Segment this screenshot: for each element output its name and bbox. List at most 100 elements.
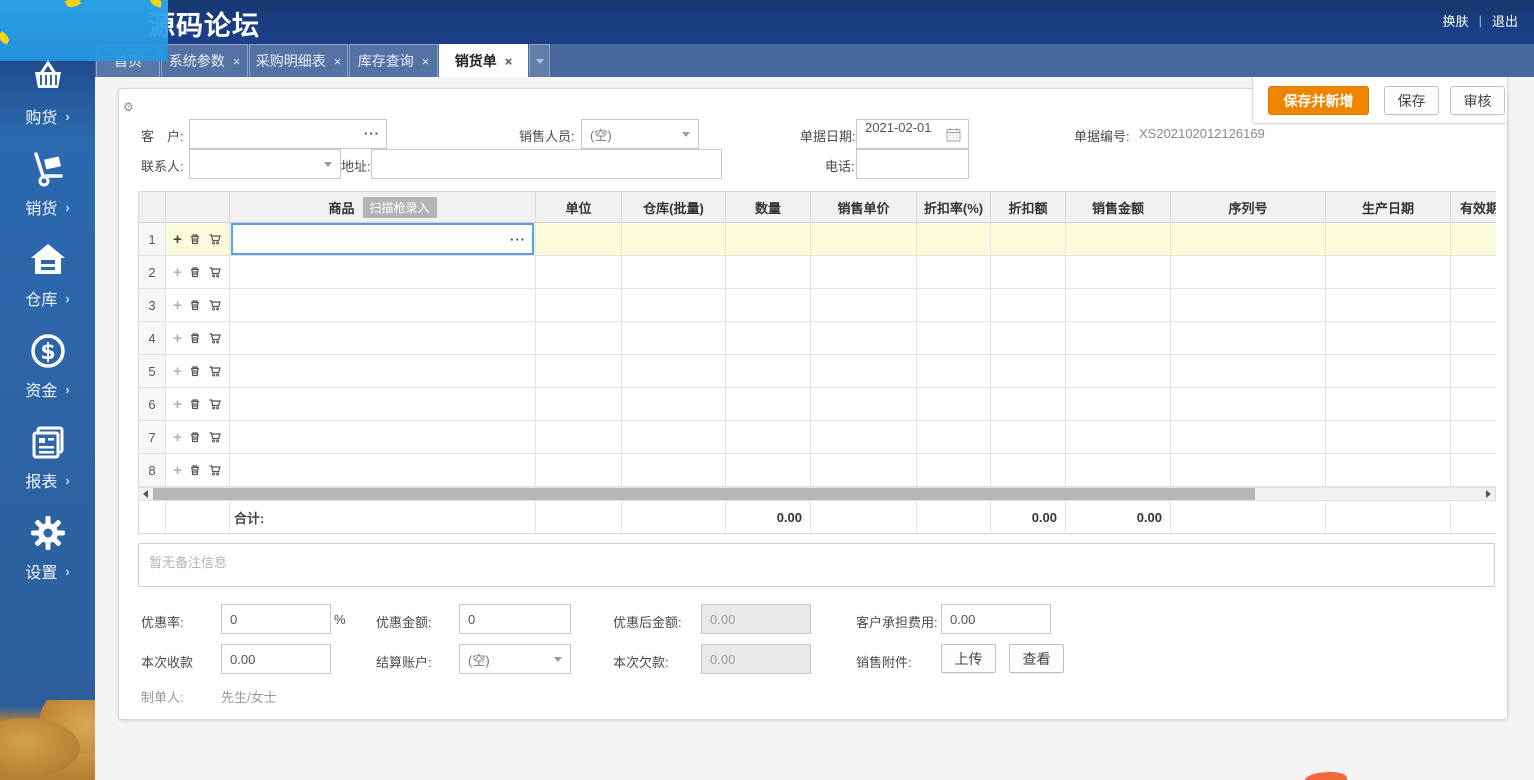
customer-fee-label: 客户承担费用:: [856, 612, 938, 631]
delete-row-icon[interactable]: [188, 298, 202, 312]
address-field[interactable]: [371, 149, 722, 179]
upload-button[interactable]: 上传: [941, 644, 996, 673]
add-row-icon[interactable]: +: [173, 430, 182, 445]
discount-amount-field[interactable]: [459, 604, 571, 634]
tab-bar: 首页 系统参数 × 采购明细表 × 库存查询 × 销货单 ×: [0, 44, 1534, 77]
delete-row-icon[interactable]: [188, 463, 202, 477]
change-skin-link[interactable]: 换肤: [1443, 11, 1469, 30]
orange-swoosh-decoration: [1304, 769, 1348, 780]
delete-row-icon[interactable]: [188, 430, 202, 444]
scroll-left-icon[interactable]: [139, 488, 152, 500]
close-icon[interactable]: ×: [334, 55, 342, 68]
remark-textarea[interactable]: [138, 543, 1495, 587]
form-settings-gear-icon[interactable]: ⚙: [123, 100, 134, 114]
sidebar-item-reports[interactable]: 报表›: [0, 422, 95, 510]
chevron-right-icon: ›: [65, 291, 69, 306]
contact-select[interactable]: [189, 149, 341, 179]
cart-row-icon[interactable]: [208, 397, 222, 411]
horizontal-scrollbar[interactable]: [138, 487, 1496, 501]
tab-sales-order[interactable]: 销货单 ×: [439, 44, 528, 77]
col-production-date: 生产日期: [1326, 191, 1451, 223]
sidebar-item-settings[interactable]: 设置›: [0, 513, 95, 601]
debt-label: 本次欠款:: [613, 652, 669, 671]
sidebar-item-sales[interactable]: 销货›: [0, 149, 95, 237]
close-icon[interactable]: ×: [233, 55, 241, 68]
chevron-down-icon: [324, 162, 332, 167]
scrollbar-track[interactable]: [152, 488, 1482, 500]
salesperson-select[interactable]: (空): [581, 119, 699, 149]
tab-list-dropdown[interactable]: [529, 44, 550, 77]
calendar-icon[interactable]: [946, 127, 961, 142]
gear-icon: [28, 513, 68, 553]
cart-row-icon[interactable]: [208, 232, 222, 246]
cart-row-icon[interactable]: [208, 298, 222, 312]
doc-date-field[interactable]: 2021-02-01: [856, 119, 969, 149]
add-row-icon[interactable]: +: [173, 298, 182, 313]
add-row-icon[interactable]: +: [173, 265, 182, 280]
cart-row-icon[interactable]: [208, 463, 222, 477]
action-toolbar: 保存并新增 保存 审核: [1252, 76, 1508, 124]
discount-rate-label: 优惠率:: [141, 612, 184, 631]
save-and-new-button[interactable]: 保存并新增: [1268, 86, 1369, 115]
settle-account-select[interactable]: (空): [459, 644, 571, 674]
sidebar-nav: 购货› 销货› 仓库› $ 资金›: [0, 44, 95, 712]
scan-gun-entry-button[interactable]: 扫描枪录入: [363, 197, 437, 218]
customer-field[interactable]: ···: [189, 119, 387, 149]
cart-row-icon[interactable]: [208, 364, 222, 378]
product-input[interactable]: ···: [231, 223, 534, 255]
delete-row-icon[interactable]: [188, 265, 202, 279]
audit-button[interactable]: 审核: [1450, 86, 1505, 115]
address-label: 地址:: [341, 156, 371, 175]
cart-row-icon[interactable]: [208, 430, 222, 444]
close-icon[interactable]: ×: [505, 55, 513, 68]
received-label: 本次收款: [141, 652, 193, 671]
sales-order-panel: ⚙ 客 户: ··· 销售人员: (空) 单据日期: 2021-02-01 单据…: [118, 88, 1508, 720]
cart-row-icon[interactable]: [208, 331, 222, 345]
delete-row-icon[interactable]: [188, 331, 202, 345]
customer-fee-field[interactable]: [941, 604, 1051, 634]
save-button[interactable]: 保存: [1384, 86, 1439, 115]
col-quantity: 数量: [726, 191, 811, 223]
product-picker-icon[interactable]: ···: [510, 232, 526, 248]
sidebar-item-funds[interactable]: $ 资金›: [0, 331, 95, 419]
tab-stock-query[interactable]: 库存查询 ×: [349, 44, 438, 77]
table-header-row: 商品 扫描枪录入 单位 仓库(批量) 数量 销售单价 折扣率(%) 折扣额 销售…: [138, 191, 1496, 223]
sidebar-item-purchase[interactable]: 购货›: [0, 58, 95, 146]
view-button[interactable]: 查看: [1009, 644, 1064, 673]
col-discount-rate: 折扣率(%): [917, 191, 991, 223]
money-icon: $: [28, 331, 68, 371]
sidebar-item-warehouse[interactable]: 仓库›: [0, 240, 95, 328]
scrollbar-thumb[interactable]: [153, 488, 1255, 500]
add-row-icon[interactable]: +: [173, 463, 182, 478]
total-discount-amount: 0.00: [991, 510, 1065, 525]
add-row-icon[interactable]: +: [173, 331, 182, 346]
col-sales-amount: 销售金额: [1066, 191, 1171, 223]
tab-system-params[interactable]: 系统参数 ×: [161, 44, 248, 77]
add-row-icon[interactable]: +: [173, 232, 182, 247]
logout-link[interactable]: 退出: [1492, 11, 1518, 30]
cart-row-icon[interactable]: [208, 265, 222, 279]
table-row: 4 +: [138, 322, 1496, 355]
scroll-right-icon[interactable]: [1482, 488, 1495, 500]
delete-row-icon[interactable]: [188, 397, 202, 411]
logo-image: [0, 0, 168, 61]
discount-amount-label: 优惠金额:: [376, 612, 432, 631]
customer-picker-icon[interactable]: ···: [364, 126, 380, 142]
phone-field[interactable]: [856, 149, 969, 179]
discount-rate-field[interactable]: [221, 604, 331, 634]
delete-row-icon[interactable]: [188, 232, 202, 246]
chevron-right-icon: ›: [65, 473, 69, 488]
add-row-icon[interactable]: +: [173, 364, 182, 379]
table-row: 1 + ···: [138, 223, 1496, 256]
close-icon[interactable]: ×: [422, 55, 430, 68]
leaf-decoration: [0, 31, 11, 45]
doc-number-label: 单据编号:: [1074, 126, 1130, 145]
tab-purchase-detail[interactable]: 采购明细表 ×: [249, 44, 348, 77]
table-row: 6 +: [138, 388, 1496, 421]
add-row-icon[interactable]: +: [173, 397, 182, 412]
chevron-down-icon: [682, 132, 690, 137]
delete-row-icon[interactable]: [188, 364, 202, 378]
total-quantity: 0.00: [726, 510, 810, 525]
contact-label: 联系人:: [141, 156, 184, 175]
received-field[interactable]: [221, 644, 331, 674]
